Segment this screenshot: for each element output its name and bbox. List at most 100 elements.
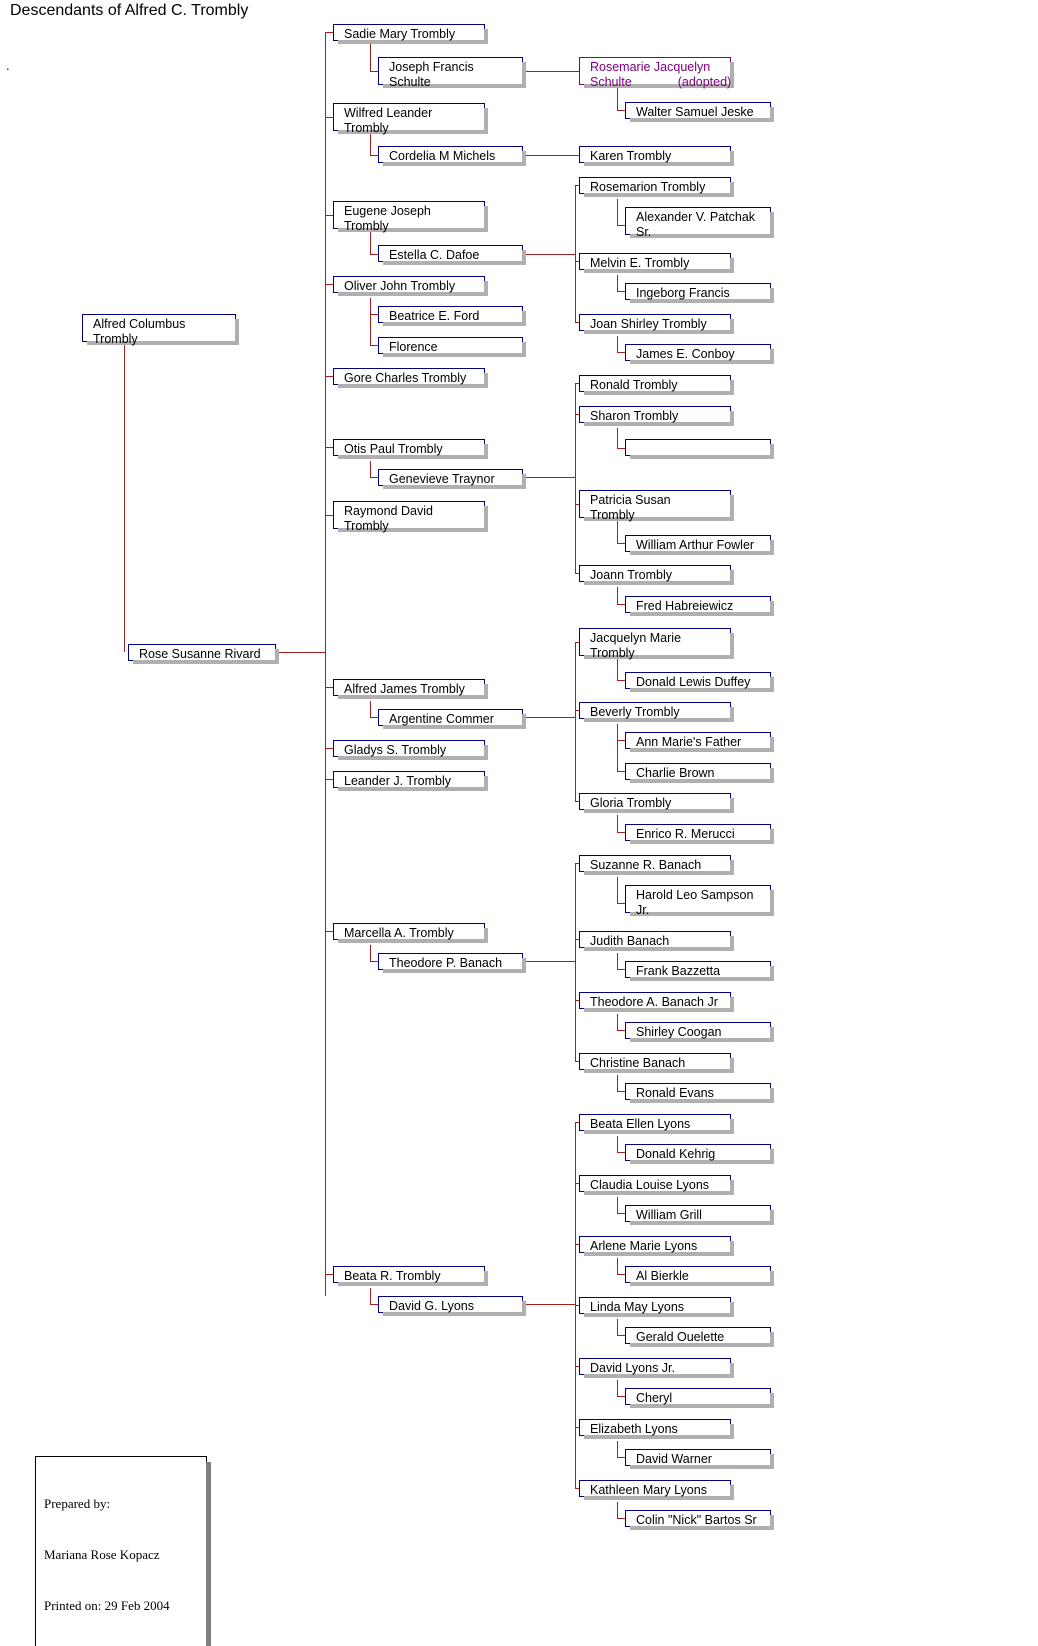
node-ann-maries-father[interactable]: Ann Marie's Father bbox=[625, 732, 774, 752]
node-otis-paul-trombly[interactable]: Otis Paul Trombly bbox=[333, 439, 488, 459]
node-alfred-james-trombly[interactable]: Alfred James Trombly bbox=[333, 679, 488, 699]
node-raymond-david-trombly[interactable]: Raymond David Trombly bbox=[333, 501, 488, 533]
node-estella-c-dafoe[interactable]: Estella C. Dafoe bbox=[378, 245, 526, 265]
line-beataellen-spouse-h bbox=[617, 1152, 625, 1153]
node-rosemarion-trombly[interactable]: Rosemarion Trombly bbox=[579, 177, 734, 197]
node-charlie-brown[interactable]: Charlie Brown bbox=[625, 763, 774, 783]
node-judith-banach[interactable]: Judith Banach bbox=[579, 931, 734, 951]
family-tree-chart: Descendants of Alfred C. Trombly . Alfre… bbox=[0, 0, 1038, 1646]
node-theodore-p-banach[interactable]: Theodore P. Banach bbox=[378, 953, 526, 973]
line-linda-spouse-h bbox=[617, 1335, 625, 1336]
line-dafoe-to-spine bbox=[523, 254, 575, 255]
node-william-grill[interactable]: William Grill bbox=[625, 1205, 774, 1225]
line-rosemarion-spouse-h bbox=[617, 225, 625, 226]
line-lyons-to-spine bbox=[523, 1304, 575, 1305]
line-christine-spouse bbox=[617, 1075, 618, 1091]
line-oliver-spouses bbox=[370, 298, 371, 345]
line-otis-spouse bbox=[370, 461, 371, 477]
spine-gen2 bbox=[325, 32, 326, 1296]
line-davidjr-spouse-h bbox=[617, 1396, 625, 1397]
node-joan-shirley-trombly[interactable]: Joan Shirley Trombly bbox=[579, 314, 734, 334]
node-beata-r-trombly[interactable]: Beata R. Trombly bbox=[333, 1266, 488, 1286]
line-sharon-spouse-h bbox=[617, 448, 625, 449]
node-harold-leo-sampson-jr[interactable]: Harold Leo Sampson Jr. bbox=[625, 885, 774, 917]
node-shirley-coogan[interactable]: Shirley Coogan bbox=[625, 1022, 774, 1042]
node-eugene-joseph-trombly[interactable]: Eugene Joseph Trombly bbox=[333, 201, 488, 233]
node-alexander-v-patchak-sr[interactable]: Alexander V. Patchak Sr. bbox=[625, 207, 774, 239]
node-sharon-trombly[interactable]: Sharon Trombly bbox=[579, 406, 734, 426]
node-david-g-lyons[interactable]: David G. Lyons bbox=[378, 1296, 526, 1316]
node-beatrice-e-ford[interactable]: Beatrice E. Ford bbox=[378, 306, 526, 326]
node-donald-lewis-duffey[interactable]: Donald Lewis Duffey bbox=[625, 672, 774, 692]
node-enrico-r-merucci[interactable]: Enrico R. Merucci bbox=[625, 824, 774, 844]
node-theodore-a-banach-jr[interactable]: Theodore A. Banach Jr bbox=[579, 992, 734, 1012]
node-fred-habreiewicz[interactable]: Fred Habreiewicz bbox=[625, 596, 774, 616]
node-walter-samuel-jeske[interactable]: Walter Samuel Jeske bbox=[625, 102, 774, 122]
node-william-arthur-fowler[interactable]: William Arthur Fowler bbox=[625, 535, 774, 555]
node-elizabeth-lyons[interactable]: Elizabeth Lyons bbox=[579, 1419, 734, 1439]
node-cheryl[interactable]: Cheryl bbox=[625, 1388, 774, 1408]
node-ingeborg-francis[interactable]: Ingeborg Francis bbox=[625, 283, 774, 303]
node-marcella-a-trombly[interactable]: Marcella A. Trombly bbox=[333, 923, 488, 943]
node-cordelia-m-michels[interactable]: Cordelia M Michels bbox=[378, 146, 526, 166]
node-leander-j-trombly[interactable]: Leander J. Trombly bbox=[333, 771, 488, 791]
node-karen-trombly[interactable]: Karen Trombly bbox=[579, 146, 734, 166]
stub-otis bbox=[325, 447, 333, 448]
node-linda-may-lyons[interactable]: Linda May Lyons bbox=[579, 1297, 734, 1317]
line-joan-spouse-h bbox=[617, 352, 625, 353]
node-oliver-john-trombly[interactable]: Oliver John Trombly bbox=[333, 276, 488, 296]
line-melvin-spouse-h bbox=[617, 291, 625, 292]
node-ronald-evans[interactable]: Ronald Evans bbox=[625, 1083, 774, 1103]
node-sadie-mary-trombly[interactable]: Sadie Mary Trombly bbox=[333, 24, 488, 44]
node-kathleen-mary-lyons[interactable]: Kathleen Mary Lyons bbox=[579, 1480, 734, 1500]
footer-prepared-by-name: Mariana Rose Kopacz bbox=[44, 1547, 160, 1562]
node-david-lyons-jr[interactable]: David Lyons Jr. bbox=[579, 1358, 734, 1378]
node-gloria-trombly[interactable]: Gloria Trombly bbox=[579, 793, 734, 813]
node-arlene-marie-lyons[interactable]: Arlene Marie Lyons bbox=[579, 1236, 734, 1256]
line-arlene-spouse-h bbox=[617, 1274, 625, 1275]
node-genevieve-traynor[interactable]: Genevieve Traynor bbox=[378, 469, 526, 489]
stub-raymond bbox=[325, 515, 333, 516]
node-frank-bazzetta[interactable]: Frank Bazzetta bbox=[625, 961, 774, 981]
line-judith-spouse bbox=[617, 953, 618, 969]
node-sharon-spouse-unnamed[interactable] bbox=[625, 439, 774, 459]
node-christine-banach[interactable]: Christine Banach bbox=[579, 1053, 734, 1073]
node-suzanne-r-banach[interactable]: Suzanne R. Banach bbox=[579, 855, 734, 875]
node-gore-charles-trombly[interactable]: Gore Charles Trombly bbox=[333, 368, 488, 388]
stub-alfredjames bbox=[325, 687, 333, 688]
line-theodorejr-spouse-h bbox=[617, 1030, 625, 1031]
line-banach-to-spine bbox=[523, 961, 575, 962]
node-melvin-e-trombly[interactable]: Melvin E. Trombly bbox=[579, 253, 734, 273]
stub-marcella bbox=[325, 931, 333, 932]
footer-credit-box: Prepared by: Mariana Rose Kopacz Printed… bbox=[35, 1456, 211, 1646]
node-ronald-trombly[interactable]: Ronald Trombly bbox=[579, 375, 734, 395]
node-beata-ellen-lyons[interactable]: Beata Ellen Lyons bbox=[579, 1114, 734, 1134]
stub-gore bbox=[325, 376, 333, 377]
node-david-warner[interactable]: David Warner bbox=[625, 1449, 774, 1469]
node-beverly-trombly[interactable]: Beverly Trombly bbox=[579, 702, 734, 722]
node-donald-kehrig[interactable]: Donald Kehrig bbox=[625, 1144, 774, 1164]
node-joseph-francis-schulte[interactable]: Joseph Francis Schulte bbox=[378, 57, 526, 89]
node-wilfred-leander-trombly[interactable]: Wilfred Leander Trombly bbox=[333, 103, 488, 135]
node-alfred-columbus-trombly[interactable]: Alfred Columbus Trombly bbox=[82, 314, 239, 346]
node-jacquelyn-marie-trombly[interactable]: Jacquelyn Marie Trombly bbox=[579, 628, 734, 660]
node-florence[interactable]: Florence bbox=[378, 337, 526, 357]
node-patricia-susan-trombly[interactable]: Patricia Susan Trombly bbox=[579, 490, 734, 522]
line-traynor-to-spine bbox=[523, 477, 575, 478]
node-gladys-s-trombly[interactable]: Gladys S. Trombly bbox=[333, 740, 488, 760]
footer-printed-on: Printed on: 29 Feb 2004 bbox=[44, 1598, 170, 1613]
node-al-bierkle[interactable]: Al Bierkle bbox=[625, 1266, 774, 1286]
line-alfred-to-rose bbox=[124, 341, 125, 652]
stub-oliver bbox=[325, 284, 333, 285]
node-rose-susanne-rivard[interactable]: Rose Susanne Rivard bbox=[128, 644, 279, 664]
node-james-e-conboy[interactable]: James E. Conboy bbox=[625, 344, 774, 364]
node-joann-trombly[interactable]: Joann Trombly bbox=[579, 565, 734, 585]
line-sadie-spouse-h bbox=[370, 71, 378, 72]
node-gerald-ouelette[interactable]: Gerald Ouelette bbox=[625, 1327, 774, 1347]
node-colin-nick-bartos-sr[interactable]: Colin "Nick" Bartos Sr bbox=[625, 1510, 774, 1530]
node-argentine-commer[interactable]: Argentine Commer bbox=[378, 709, 526, 729]
node-rosemarie-jacquelyn-schulte[interactable]: Rosemarie Jacquelyn Schulte (adopted) bbox=[579, 57, 734, 89]
line-joan-spouse bbox=[617, 336, 618, 352]
node-claudia-louise-lyons[interactable]: Claudia Louise Lyons bbox=[579, 1175, 734, 1195]
line-suzanne-spouse bbox=[617, 877, 618, 903]
